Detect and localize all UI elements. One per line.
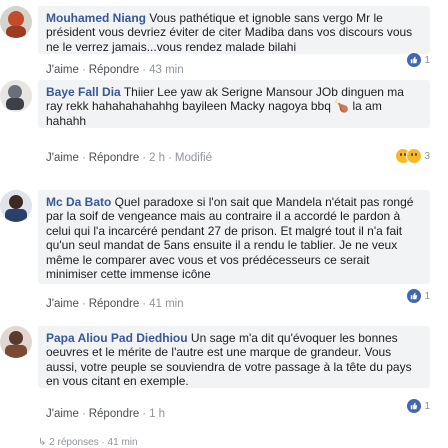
reaction-count: 1 [424,400,430,412]
avatar[interactable] [0,326,32,358]
reaction-count: 1 [424,290,430,302]
reply-link[interactable]: Répondre [89,298,140,310]
replies-text: 2 réponses · 41 min [49,437,138,448]
reply-link[interactable]: Répondre [89,152,140,164]
comment-actions: J'aime · Répondre · 41 min [46,298,184,310]
separator: · [81,64,86,76]
comment-bubble: Mouhamed Niang Vous pathétique et ignobl… [38,6,430,54]
like-link[interactable]: J'aime [46,408,79,420]
like-link[interactable]: J'aime [46,64,79,76]
avatar[interactable] [0,6,32,38]
like-link[interactable]: J'aime [46,298,79,310]
comment-bubble: Mc Da Bato Quel paradoxe si l'on sait qu… [38,190,430,284]
reply-link[interactable]: Répondre [89,408,140,420]
comment-time[interactable]: 1 h [149,408,165,420]
wow-reaction-icon [406,148,423,164]
reaction-count: 1 [424,54,430,66]
reaction-summary[interactable]: 1 [406,398,430,414]
comment-author[interactable]: Mouhamed Niang [46,11,146,25]
separator: · [142,152,147,164]
avatar-image [0,6,32,38]
separator: · [142,408,147,420]
comment-bubble: Baye Fall Dia Thiier Lee yaw ak Serigne … [38,80,430,128]
comment-actions: J'aime · Répondre · 43 min [46,64,184,76]
like-reaction-icon [406,52,423,68]
reaction-summary[interactable]: 1 [406,288,430,304]
separator: · [81,298,86,310]
reply-arrow-icon: ↳ [38,437,50,448]
comment-author[interactable]: Papa Aliou Pad Diedhiou [46,331,188,345]
avatar[interactable] [0,80,32,112]
reply-link[interactable]: Répondre [89,64,140,76]
like-reaction-icon [406,398,423,414]
comment-feed: Mouhamed Niang Vous pathétique et ignobl… [0,0,448,448]
reaction-summary[interactable]: 1 [406,52,430,68]
avatar[interactable] [0,190,32,222]
avatar-image [0,326,32,358]
modified-label[interactable]: Modifié [175,152,212,164]
separator: · [81,152,86,164]
comment-bubble: Papa Aliou Pad Diedhiou Un sage m'a dit … [38,326,430,388]
comment-actions: J'aime · Répondre · 2 h · Modifié [46,152,212,164]
comment-actions: J'aime · Répondre · 1 h [46,408,165,420]
separator: · [81,408,86,420]
view-replies-link[interactable]: ↳ 2 réponses · 41 min [38,437,138,448]
reaction-summary[interactable]: 3 [395,148,430,164]
like-reaction-icon [406,288,423,304]
avatar-image [0,190,32,222]
avatar-image [0,80,32,112]
separator: · [142,64,147,76]
comment-time[interactable]: 43 min [149,64,184,76]
like-link[interactable]: J'aime [46,152,79,164]
comment-author[interactable]: Baye Fall Dia [46,85,121,99]
comment-author[interactable]: Mc Da Bato [46,195,111,209]
reaction-count: 3 [424,150,430,162]
separator: · [168,152,172,164]
comment-time[interactable]: 41 min [149,298,184,310]
separator: · [142,298,147,310]
comment-time[interactable]: 2 h [149,152,165,164]
